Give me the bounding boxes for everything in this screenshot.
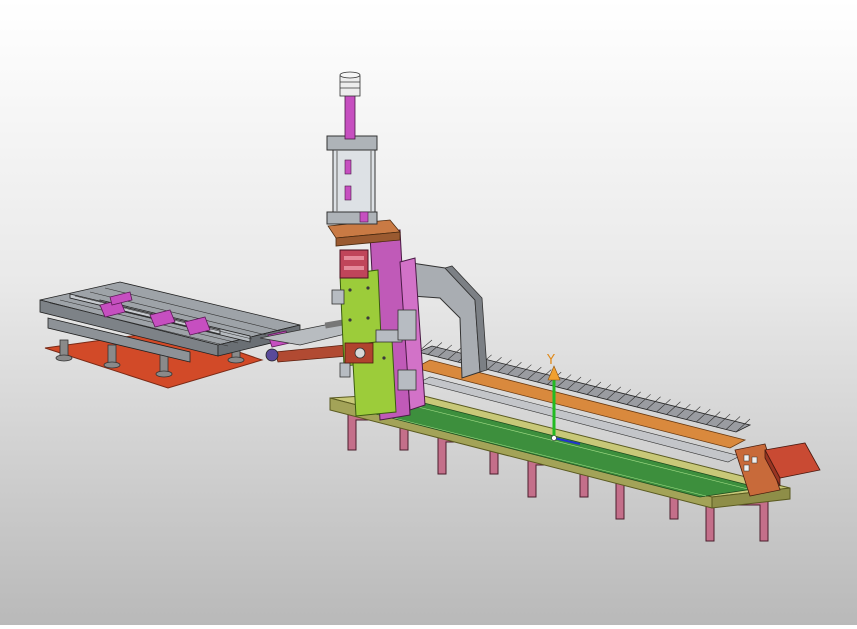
cylinder-cap-bottom (326, 211, 378, 225)
assembly-model: Y (39, 71, 821, 542)
column-bearing (339, 249, 369, 279)
link-arm-rod (274, 344, 349, 363)
conveyor-module[interactable] (39, 281, 301, 389)
cad-viewport[interactable]: Y (0, 0, 857, 625)
cylinder-piston-rod (344, 94, 356, 140)
vertical-column[interactable] (331, 229, 426, 421)
pneumatic-cylinder[interactable] (326, 71, 401, 247)
cylinder-body (332, 147, 376, 219)
triad-origin (551, 435, 557, 441)
y-axis-label: Y (546, 353, 555, 368)
servo-motor[interactable] (734, 442, 821, 497)
column-pivot (354, 347, 366, 359)
y-axis-cone (547, 365, 561, 381)
cylinder-fitting (339, 71, 361, 97)
link-arm-pivot (265, 348, 279, 362)
